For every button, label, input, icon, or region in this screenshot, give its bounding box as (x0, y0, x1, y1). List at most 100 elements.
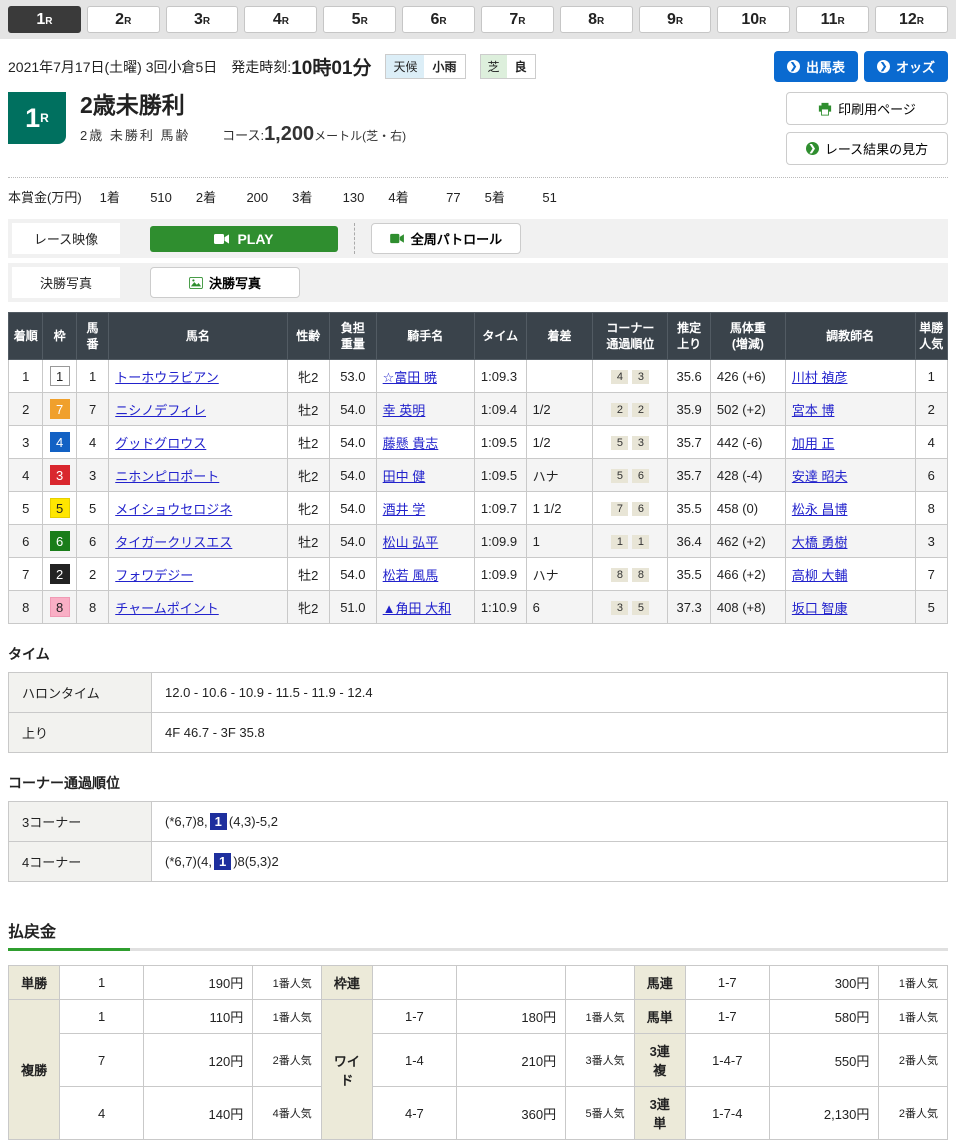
finish-position: 6 (9, 525, 43, 558)
umaren-favorite: 1番人気 (879, 966, 948, 1000)
sex-age: 牡2 (287, 393, 330, 426)
sex-age: 牝2 (287, 459, 330, 492)
race-number-suffix: R (40, 111, 49, 125)
course-detail: メートル(芝・右) (314, 129, 406, 143)
fukusho-combo: 1 (60, 1000, 144, 1034)
corner-position-box: 8 (611, 568, 628, 582)
jockey-link[interactable]: 酒井 学 (383, 502, 426, 517)
horse-number: 5 (76, 492, 108, 525)
finish-photo-button[interactable]: 決勝写真 (150, 267, 300, 298)
table-row: 3コーナー (*6,7)8,1(4,3)-5,2 (9, 802, 948, 842)
result-row-2: 277ニシノデフィレ牡254.0幸 英明1:09.41/22235.9502 (… (9, 393, 948, 426)
shutsuba-button[interactable]: ❯ 出馬表 (774, 51, 858, 82)
tab-race-11r[interactable]: 11R (796, 6, 869, 33)
jockey-name: 酒井 学 (376, 492, 474, 525)
sanrentan-amount: 2,130円 (769, 1087, 879, 1140)
race-date: 2021年7月17日(土曜) 3回小倉5日 (8, 57, 217, 77)
trainer-link[interactable]: 宮本 博 (792, 403, 835, 418)
tab-race-9r[interactable]: 9R (639, 6, 712, 33)
horse-name-link[interactable]: ニホンピロポート (115, 469, 219, 484)
prize-place: 2着 (196, 190, 216, 205)
horse-name-link[interactable]: トーホウラビアン (115, 370, 218, 385)
trainer-link[interactable]: 安達 昭夫 (792, 469, 848, 484)
prize-place: 5着 (485, 190, 505, 205)
sex-age: 牡2 (287, 525, 330, 558)
trainer-link[interactable]: 高柳 大輔 (792, 568, 848, 583)
horse-name-link[interactable]: ニシノデフィレ (115, 403, 206, 418)
win-favorite-rank: 3 (915, 525, 948, 558)
tab-race-5r[interactable]: 5R (323, 6, 396, 33)
trainer-link[interactable]: 加用 正 (792, 436, 835, 451)
corner-section-title: コーナー通過順位 (8, 773, 948, 793)
jockey-link[interactable]: 幸 英明 (383, 403, 426, 418)
patrol-video-button[interactable]: 全周パトロール (371, 223, 521, 254)
finish-position: 2 (9, 393, 43, 426)
weather-value: 小雨 (424, 55, 464, 78)
finish-time: 1:09.9 (474, 558, 526, 591)
body-weight: 458 (0) (710, 492, 785, 525)
jockey-link[interactable]: ☆富田 暁 (383, 370, 437, 385)
umatan-label: 馬単 (634, 1000, 685, 1034)
tab-race-3r[interactable]: 3R (166, 6, 239, 33)
frame-color-box: 3 (50, 465, 70, 485)
results-guide-button[interactable]: ❯ レース結果の見方 (786, 132, 948, 165)
corner-position-box: 3 (632, 436, 649, 450)
horse-name-link[interactable]: チャームポイント (115, 601, 218, 616)
odds-button[interactable]: ❯ オッズ (864, 51, 948, 82)
start-time-label: 発走時刻: (231, 57, 291, 77)
col-margin: 着差 (526, 313, 593, 360)
results-header-row: 着順 枠 馬 番 馬名 性齢 負担 重量 騎手名 タイム 着差 コーナー 通過順… (9, 313, 948, 360)
result-row-3: 344グッドグロウス牡254.0藤懸 貴志1:09.51/25335.7442 … (9, 426, 948, 459)
corner-position-box: 6 (632, 502, 649, 516)
trainer-link[interactable]: 坂口 智康 (792, 601, 848, 616)
trainer-link[interactable]: 大橋 勇樹 (792, 535, 848, 550)
frame-number-badge: 1 (43, 360, 76, 393)
wide-amount: 360円 (456, 1087, 565, 1140)
horse-name-link[interactable]: フォワデジー (115, 568, 193, 583)
jockey-link[interactable]: 藤懸 貴志 (383, 436, 439, 451)
tab-race-8r[interactable]: 8R (560, 6, 633, 33)
prize-row: 本賞金(万円) 1着5102着2003着1304着775着51 (8, 177, 948, 214)
jockey-link[interactable]: ▲角田 大和 (383, 601, 451, 616)
corner-position-box: 1 (632, 535, 649, 549)
corner-position-box: 1 (611, 535, 628, 549)
print-page-button[interactable]: 印刷用ページ (786, 92, 948, 125)
horse-name-link[interactable]: グッドグロウス (115, 436, 206, 451)
corner-passing-order: 88 (593, 558, 668, 591)
trainer-link[interactable]: 川村 禎彦 (792, 370, 848, 385)
fukusho-favorite: 2番人気 (253, 1034, 321, 1087)
horse-name-link[interactable]: タイガークリスエス (115, 535, 232, 550)
win-favorite-rank: 6 (915, 459, 948, 492)
corner-passing-order: 22 (593, 393, 668, 426)
jockey-name: 松若 風馬 (376, 558, 474, 591)
tab-race-6r[interactable]: 6R (402, 6, 475, 33)
frame-color-box: 4 (50, 432, 70, 452)
col-horse-name: 馬名 (109, 313, 287, 360)
estimated-last-3f: 35.7 (668, 459, 711, 492)
margin: 6 (526, 591, 593, 624)
trainer-name: 安達 昭夫 (785, 459, 915, 492)
tab-race-1r[interactable]: 1R (8, 6, 81, 33)
win-favorite-rank: 5 (915, 591, 948, 624)
fukusho-favorite: 4番人気 (253, 1087, 321, 1140)
trainer-link[interactable]: 松永 昌博 (792, 502, 848, 517)
frame-number-badge: 4 (43, 426, 76, 459)
prize-label: 本賞金(万円) (8, 187, 82, 206)
play-button[interactable]: PLAY (150, 226, 338, 252)
jockey-link[interactable]: 松若 風馬 (383, 568, 439, 583)
tab-race-2r[interactable]: 2R (87, 6, 160, 33)
horse-name-link[interactable]: メイショウセロジネ (115, 502, 232, 517)
tab-race-12r[interactable]: 12R (875, 6, 948, 33)
finish-time: 1:09.7 (474, 492, 526, 525)
tab-race-7r[interactable]: 7R (481, 6, 554, 33)
margin: 1/2 (526, 393, 593, 426)
corner3-label: 3コーナー (9, 802, 152, 842)
tab-race-10r[interactable]: 10R (717, 6, 790, 33)
jockey-link[interactable]: 松山 弘平 (383, 535, 439, 550)
corner-position-box: 3 (611, 601, 628, 615)
sanrenpuku-amount: 550円 (769, 1034, 879, 1087)
jockey-link[interactable]: 田中 健 (383, 469, 426, 484)
tab-race-4r[interactable]: 4R (244, 6, 317, 33)
horse-name: ニホンピロポート (109, 459, 287, 492)
wide-amount: 180円 (456, 1000, 565, 1034)
